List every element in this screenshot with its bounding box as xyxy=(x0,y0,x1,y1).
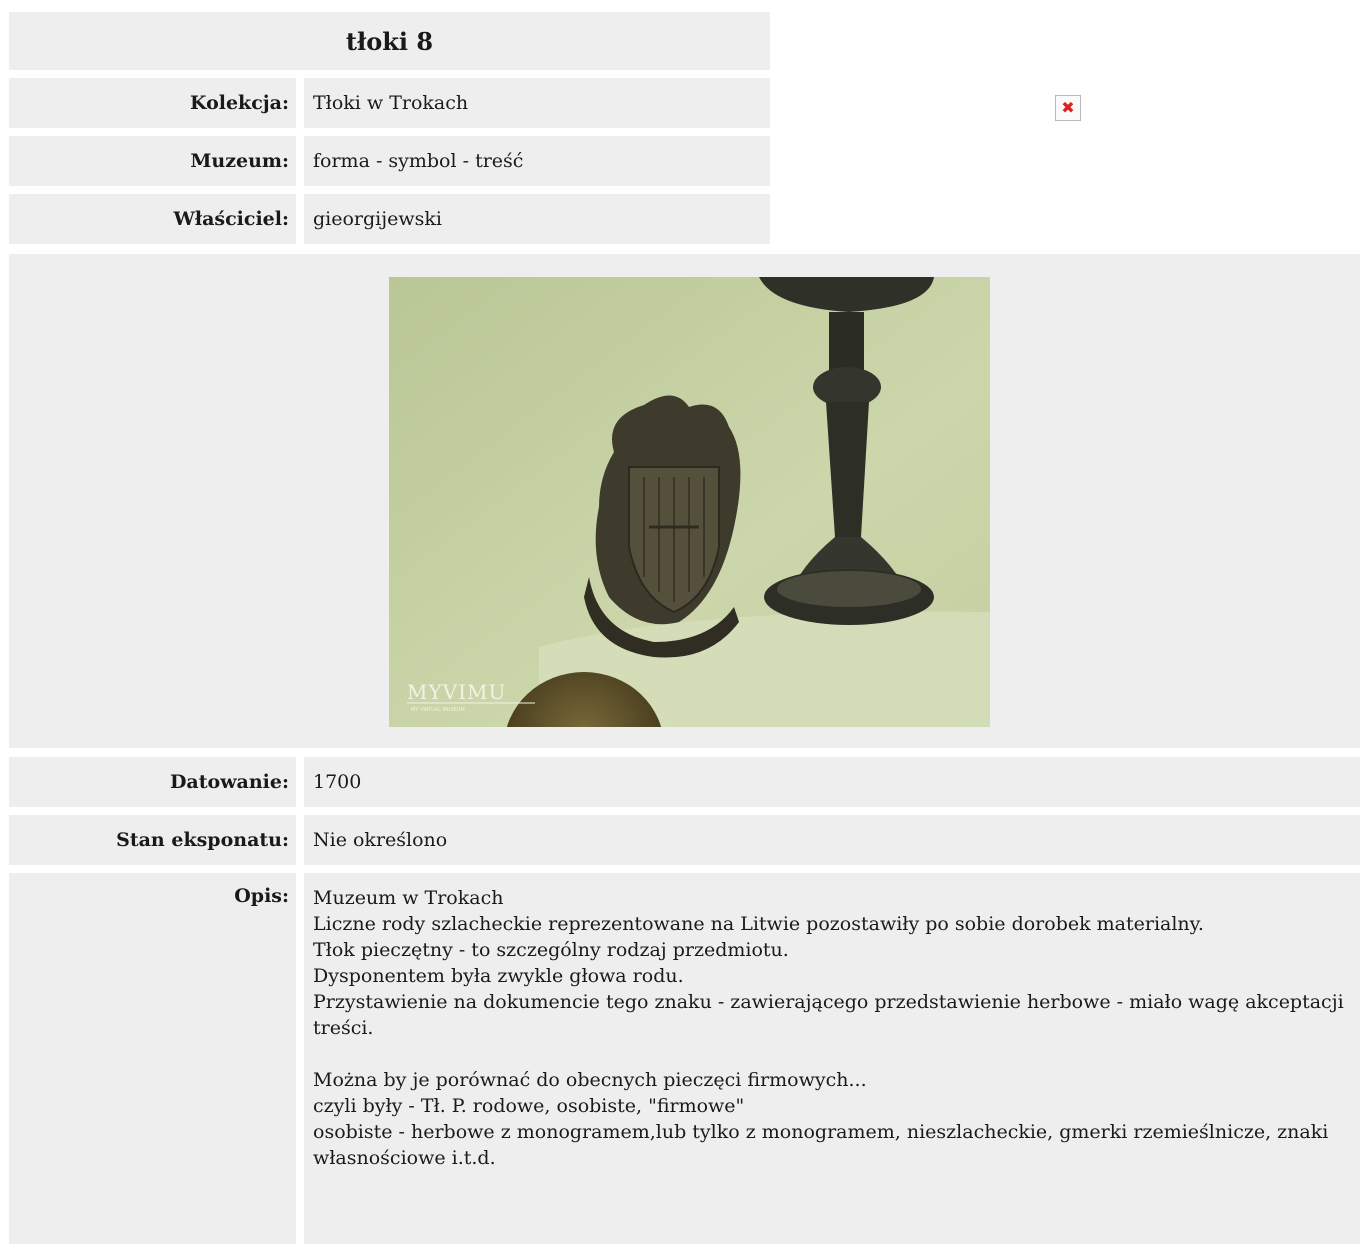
dating-label: Datowanie: xyxy=(9,757,296,807)
dating-row: Datowanie: 1700 xyxy=(9,757,1360,807)
description-line: Liczne rody szlacheckie reprezentowane n… xyxy=(313,913,1204,935)
description-line: Dysponentem była zwykle głowa rodu. xyxy=(313,965,684,987)
watermark-subtext: MY VIRTUAL MUSEUM xyxy=(411,707,465,713)
description-line: Muzeum w Trokach xyxy=(313,887,504,909)
meta-row-museum: Muzeum: forma - symbol - treść xyxy=(9,136,770,186)
condition-label: Stan eksponatu: xyxy=(9,815,296,865)
header-table: tłoki 8 Kolekcja: Tłoki w Trokach Muzeum… xyxy=(9,12,770,244)
description-gap xyxy=(313,1041,1360,1067)
dating-value: 1700 xyxy=(304,757,1360,807)
description-label: Opis: xyxy=(9,873,296,1244)
description-line: Można by je porównać do obecnych pieczęc… xyxy=(313,1069,867,1091)
collection-value: Tłoki w Trokach xyxy=(304,78,770,128)
condition-row: Stan eksponatu: Nie określono xyxy=(9,815,1360,865)
description-row: Opis: Muzeum w Trokach Liczne rody szlac… xyxy=(9,873,1360,1244)
description-line: czyli były - Tł. P. rodowe, osobiste, "f… xyxy=(313,1095,745,1117)
watermark-text: MYVIMU xyxy=(407,680,506,704)
condition-value: Nie określono xyxy=(304,815,1360,865)
image-row: MYVIMU MY VIRTUAL MUSEUM xyxy=(9,254,1360,748)
description-line: osobiste - herbowe z monogramem,lub tylk… xyxy=(313,1121,1329,1169)
description-line: Tłok pieczętny - to szczególny rodzaj pr… xyxy=(313,939,789,961)
museum-label: Muzeum: xyxy=(9,136,296,186)
details-table: Datowanie: 1700 Stan eksponatu: Nie okre… xyxy=(9,757,1360,1252)
meta-row-owner: Właściciel: gieorgijewski xyxy=(9,194,770,244)
meta-row-collection: Kolekcja: Tłoki w Trokach xyxy=(9,78,770,128)
description-text: Muzeum w Trokach Liczne rody szlacheckie… xyxy=(304,873,1360,1244)
owner-value: gieorgijewski xyxy=(304,194,770,244)
page-title: tłoki 8 xyxy=(9,12,770,70)
exhibit-photo-illustration: MYVIMU MY VIRTUAL MUSEUM xyxy=(389,277,990,727)
museum-value: forma - symbol - treść xyxy=(304,136,770,186)
owner-label: Właściciel: xyxy=(9,194,296,244)
description-line: Przystawienie na dokumencie tego znaku -… xyxy=(313,991,1344,1039)
broken-image-icon: ✖ xyxy=(1055,95,1081,121)
collection-label: Kolekcja: xyxy=(9,78,296,128)
exhibit-photo[interactable]: MYVIMU MY VIRTUAL MUSEUM xyxy=(389,277,990,727)
